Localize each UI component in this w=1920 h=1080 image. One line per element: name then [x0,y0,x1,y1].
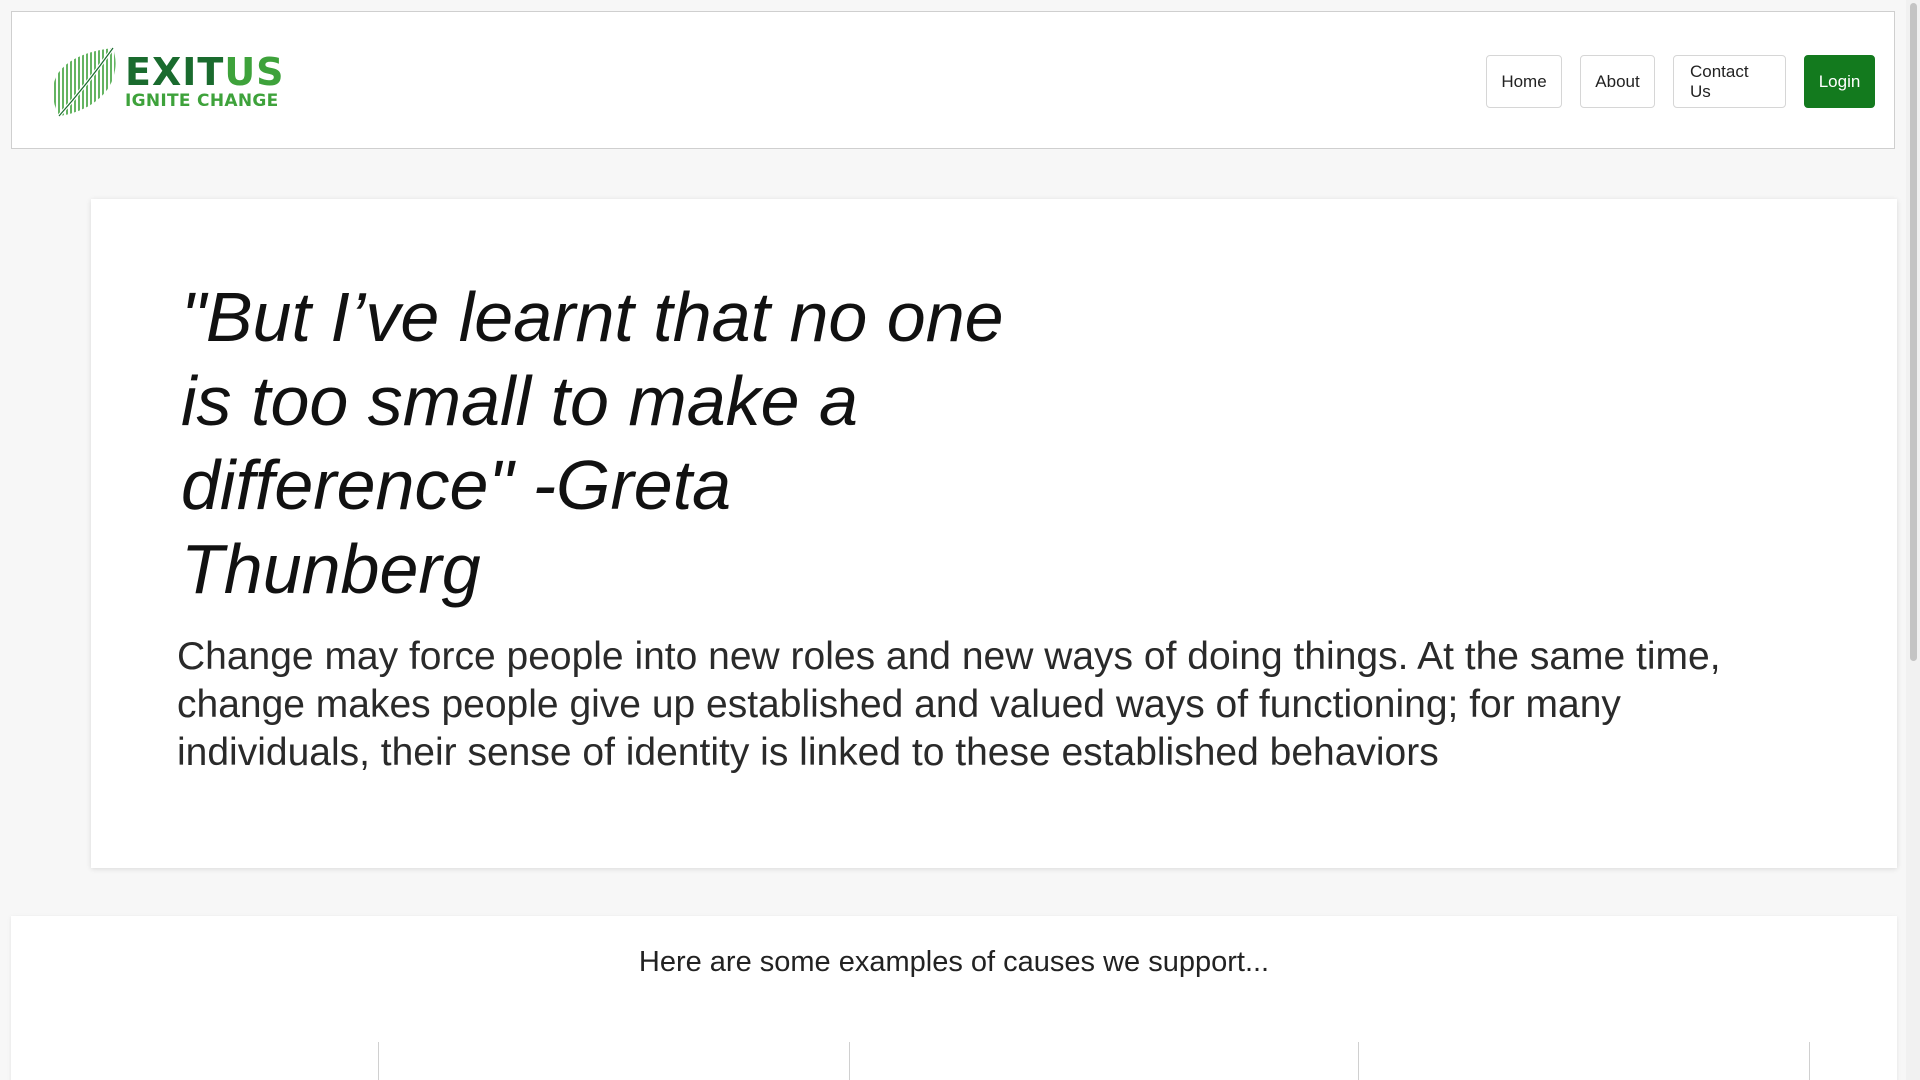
cause-card-divider [1358,1042,1359,1080]
login-button[interactable]: Login [1804,55,1875,108]
nav-about-button[interactable]: About [1580,55,1655,108]
nav-home-button[interactable]: Home [1486,55,1562,108]
cause-card-divider [378,1042,379,1080]
causes-section: Here are some examples of causes we supp… [11,916,1897,1080]
leaf-logo-icon [54,46,116,118]
hero-body-text: Change may force people into new roles a… [177,635,1721,774]
page: EXITUS IGNITE CHANGE Home About Contact … [0,0,1920,1080]
brand-tagline: IGNITE CHANGE [125,91,279,111]
scrollbar-thumb[interactable] [1910,3,1917,661]
hero-quote: "But I’ve learnt that no one is too smal… [181,278,1004,608]
brand-name: EXITUS [125,53,285,91]
brand-text: EXITUS IGNITE CHANGE [125,53,285,111]
causes-heading: Here are some examples of causes we supp… [638,946,1270,978]
brand-logo[interactable]: EXITUS IGNITE CHANGE [45,42,285,122]
brand-name-main: EXIT [125,50,225,94]
brand-name-alt: US [224,50,285,94]
site-header: EXITUS IGNITE CHANGE Home About Contact … [11,11,1895,149]
main-nav: Home About Contact Us Login [1486,55,1875,108]
cause-card-divider [1809,1042,1810,1080]
hero-card: "But I’ve learnt that no one is too smal… [91,199,1897,868]
page-scrollbar[interactable] [1906,0,1920,1080]
cause-card-divider [849,1042,850,1080]
nav-contact-button[interactable]: Contact Us [1673,55,1786,108]
